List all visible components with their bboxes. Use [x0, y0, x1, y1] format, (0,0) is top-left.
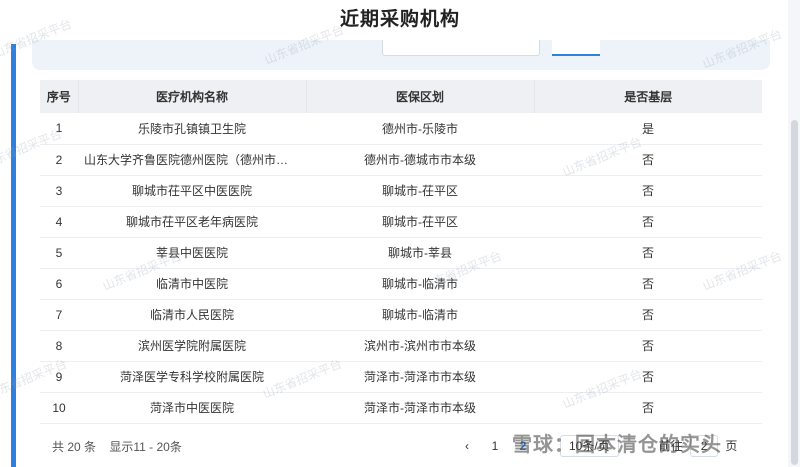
row-is-grassroots: 否	[534, 206, 762, 238]
institution-table: 序号 医疗机构名称 医保区划 是否基层 1 乐陵市孔镇镇卫生院 德州市-乐陵市是 2 山…	[40, 80, 762, 424]
row-is-grassroots: 否	[534, 268, 762, 300]
row-institution-name: 菏泽市中医医院	[78, 392, 306, 424]
total-count: 共 20 条	[52, 440, 97, 454]
table-row: 4 聊城市茌平区老年病医院 聊城市-茌平区否	[40, 206, 762, 238]
table-row: 6 临清市中医院 聊城市-临清市否	[40, 268, 762, 300]
table-row: 5 莘县中医医院 聊城市-莘县否	[40, 237, 762, 269]
table-row: 8 滨州医学院附属医院 滨州市-滨州市市本级否	[40, 330, 762, 362]
row-index: 5	[40, 237, 78, 269]
row-is-grassroots: 否	[534, 361, 762, 393]
scrollbar-track[interactable]	[788, 0, 800, 467]
row-index: 3	[40, 175, 78, 207]
row-institution-name: 临清市人民医院	[78, 299, 306, 331]
row-is-grassroots: 是	[534, 113, 762, 145]
search-input[interactable]	[382, 40, 540, 56]
row-is-grassroots: 否	[534, 237, 762, 269]
scrollbar-thumb[interactable]	[791, 120, 798, 465]
row-is-grassroots: 否	[534, 175, 762, 207]
prev-page-button[interactable]: ‹	[456, 435, 478, 457]
row-insurance-region: 菏泽市-菏泽市市本级	[306, 392, 534, 424]
dialog-left-edge	[0, 0, 16, 467]
header-is-grassroots: 是否基层	[534, 80, 762, 113]
goto-unit: 页	[725, 439, 738, 453]
row-index: 4	[40, 206, 78, 238]
row-index: 9	[40, 361, 78, 393]
search-panel	[32, 40, 770, 70]
row-institution-name: 莘县中医医院	[78, 237, 306, 269]
search-button[interactable]	[552, 40, 600, 56]
row-index: 7	[40, 299, 78, 331]
row-is-grassroots: 否	[534, 330, 762, 362]
table-row: 9 菏泽医学专科学校附属医院 菏泽市-菏泽市市本级否	[40, 361, 762, 393]
table-row: 2山东大学齐鲁医院德州医院（德州市人民医院）德州市-德城市市本级否	[40, 144, 762, 176]
row-insurance-region: 菏泽市-菏泽市市本级	[306, 361, 534, 393]
row-insurance-region: 聊城市-莘县	[306, 237, 534, 269]
table-row: 3 聊城市茌平区中医医院 聊城市-茌平区否	[40, 175, 762, 207]
row-insurance-region: 聊城市-临清市	[306, 299, 534, 331]
row-index: 10	[40, 392, 78, 424]
row-insurance-region: 聊城市-临清市	[306, 268, 534, 300]
row-insurance-region: 聊城市-茌平区	[306, 206, 534, 238]
row-index: 1	[40, 113, 78, 145]
row-institution-name: 乐陵市孔镇镇卫生院	[78, 113, 306, 145]
table-summary: 共 20 条 显示11 - 20条	[52, 438, 192, 455]
display-range: 显示11 - 20条	[109, 440, 182, 454]
row-is-grassroots: 否	[534, 392, 762, 424]
row-index: 8	[40, 330, 78, 362]
header-institution-name: 医疗机构名称	[78, 80, 307, 113]
table-row: 1 乐陵市孔镇镇卫生院 德州市-乐陵市是	[40, 113, 762, 145]
row-insurance-region: 聊城市-茌平区	[306, 175, 534, 207]
table-header-row: 序号 医疗机构名称 医保区划 是否基层	[40, 80, 762, 113]
row-index: 2	[40, 144, 78, 176]
row-is-grassroots: 否	[534, 299, 762, 331]
row-institution-name: 山东大学齐鲁医院德州医院（德州市人民医院）	[78, 144, 306, 176]
brand-watermark: 雪球：回本清仓的实头	[512, 434, 722, 456]
row-institution-name: 菏泽医学专科学校附属医院	[78, 361, 306, 393]
row-institution-name: 临清市中医院	[78, 268, 306, 300]
row-insurance-region: 德州市-德城市市本级	[306, 144, 534, 176]
table-row: 7 临清市人民医院 聊城市-临清市否	[40, 299, 762, 331]
row-institution-name: 聊城市茌平区老年病医院	[78, 206, 306, 238]
row-index: 6	[40, 268, 78, 300]
dialog-title: 近期采购机构	[339, 9, 460, 30]
row-institution-name: 聊城市茌平区中医医院	[78, 175, 306, 207]
header-index: 序号	[40, 80, 79, 113]
row-insurance-region: 德州市-乐陵市	[306, 113, 534, 145]
row-insurance-region: 滨州市-滨州市市本级	[306, 330, 534, 362]
row-is-grassroots: 否	[534, 144, 762, 176]
table-row: 10 菏泽市中医医院 菏泽市-菏泽市市本级否	[40, 392, 762, 424]
row-institution-name: 滨州医学院附属医院	[78, 330, 306, 362]
header-insurance-region: 医保区划	[306, 80, 535, 113]
page-1-button[interactable]: 1	[484, 435, 506, 457]
